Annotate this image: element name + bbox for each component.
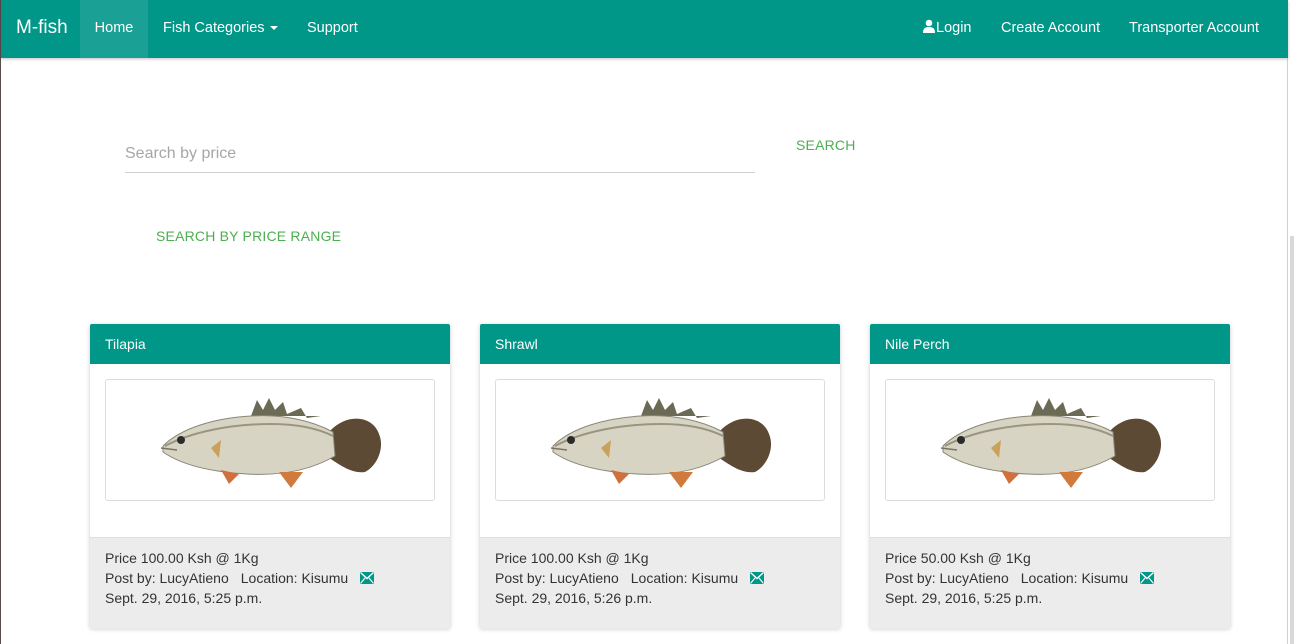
card-title: Tilapia xyxy=(105,336,146,352)
fish-card: Nile Perch Price 50.00 Ksh @ 1Kg Post by… xyxy=(870,324,1230,629)
brand-logo[interactable]: M-fish xyxy=(16,0,68,58)
post-info: Post by: LucyAtieno Location: Kisumu xyxy=(495,570,765,586)
envelope-icon[interactable] xyxy=(750,572,765,584)
scrollbar[interactable] xyxy=(1290,236,1294,644)
fish-image xyxy=(550,398,772,488)
fish-image-frame xyxy=(495,379,825,501)
fish-image xyxy=(940,398,1162,488)
price-text: Price 100.00 Ksh @ 1Kg xyxy=(105,550,259,566)
card-header: Shrawl xyxy=(480,324,840,364)
nav-fish-categories-dropdown[interactable]: Fish Categories xyxy=(163,0,278,58)
posted-by-text: Post by: LucyAtieno xyxy=(885,570,1009,586)
nav-home[interactable]: Home xyxy=(80,0,148,58)
posted-by-text: Post by: LucyAtieno xyxy=(495,570,619,586)
card-header: Nile Perch xyxy=(870,324,1230,364)
fish-card: Tilapia Price 100.00 Ksh @ 1Kg Post by: … xyxy=(90,324,450,629)
card-title: Shrawl xyxy=(495,336,538,352)
envelope-icon[interactable] xyxy=(360,572,375,584)
nav-login-label: Login xyxy=(936,20,972,36)
date-text: Sept. 29, 2016, 5:26 p.m. xyxy=(495,590,653,606)
nav-support[interactable]: Support xyxy=(307,0,358,58)
price-text: Price 100.00 Ksh @ 1Kg xyxy=(495,550,649,566)
nav-transporter-account[interactable]: Transporter Account xyxy=(1129,0,1259,58)
price-text: Price 50.00 Ksh @ 1Kg xyxy=(885,550,1031,566)
location-text: Location: Kisumu xyxy=(240,570,349,586)
card-footer: Price 100.00 Ksh @ 1Kg Post by: LucyAtie… xyxy=(480,537,840,629)
location-text: Location: Kisumu xyxy=(1020,570,1129,586)
card-footer: Price 100.00 Ksh @ 1Kg Post by: LucyAtie… xyxy=(90,537,450,629)
nav-login[interactable]: Login xyxy=(922,0,971,58)
nav-fish-categories-label: Fish Categories xyxy=(163,20,265,36)
window-left-border xyxy=(0,0,1,644)
search-by-price-range-button[interactable]: SEARCH BY PRICE RANGE xyxy=(156,228,341,244)
posted-by-text: Post by: LucyAtieno xyxy=(105,570,229,586)
post-info: Post by: LucyAtieno Location: Kisumu xyxy=(885,570,1155,586)
fish-card: Shrawl Price 100.00 Ksh @ 1Kg Post by: L… xyxy=(480,324,840,629)
card-header: Tilapia xyxy=(90,324,450,364)
card-title: Nile Perch xyxy=(885,336,950,352)
top-navbar: M-fish Home Fish Categories Support Logi… xyxy=(1,0,1288,58)
caret-down-icon xyxy=(269,26,278,31)
fish-image-frame xyxy=(105,379,435,501)
location-text: Location: Kisumu xyxy=(630,570,739,586)
date-text: Sept. 29, 2016, 5:25 p.m. xyxy=(885,590,1043,606)
date-text: Sept. 29, 2016, 5:25 p.m. xyxy=(105,590,263,606)
envelope-icon[interactable] xyxy=(1140,572,1155,584)
search-button[interactable]: SEARCH xyxy=(796,137,856,153)
card-footer: Price 50.00 Ksh @ 1Kg Post by: LucyAtien… xyxy=(870,537,1230,629)
post-info: Post by: LucyAtieno Location: Kisumu xyxy=(105,570,375,586)
window-right-border xyxy=(1287,0,1288,644)
user-icon xyxy=(923,19,935,33)
search-price-input[interactable] xyxy=(125,136,755,173)
nav-create-account[interactable]: Create Account xyxy=(1001,0,1100,58)
fish-image-frame xyxy=(885,379,1215,501)
fish-image xyxy=(160,398,382,488)
